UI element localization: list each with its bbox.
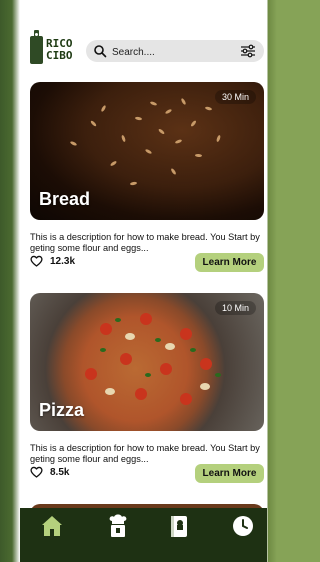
basil xyxy=(215,373,221,377)
cheese xyxy=(165,343,175,350)
recipe-book-icon[interactable] xyxy=(166,513,192,539)
time-badge: 10 Min xyxy=(214,301,256,315)
seed xyxy=(134,116,143,121)
likes-count: 12.3k xyxy=(50,255,76,267)
seed xyxy=(215,134,222,143)
home-icon[interactable] xyxy=(39,513,65,539)
basil xyxy=(100,348,106,352)
tomato xyxy=(140,313,152,325)
tomato xyxy=(135,388,147,400)
time-badge: 30 Min xyxy=(214,90,256,104)
tomato xyxy=(85,368,97,380)
search-bar[interactable] xyxy=(86,40,264,62)
cheese xyxy=(105,388,115,395)
seed xyxy=(129,181,138,186)
recipe-description: This is a description for how to make br… xyxy=(30,232,260,253)
basil xyxy=(190,348,196,352)
recipe-title: Pizza xyxy=(39,400,85,420)
recipe-description: This is a description for how to make br… xyxy=(30,443,260,464)
seed xyxy=(69,140,78,147)
seed xyxy=(190,119,197,128)
header: RICO CIBO xyxy=(20,0,267,80)
tomato xyxy=(180,328,192,340)
logo-line-2: CIBO xyxy=(46,49,73,62)
seed xyxy=(120,134,127,143)
learn-more-button[interactable]: Learn More xyxy=(195,253,264,272)
cheese xyxy=(125,333,135,340)
likes[interactable]: 8.5k xyxy=(30,464,69,480)
logo-text: RICO CIBO xyxy=(46,38,73,62)
seed xyxy=(157,128,166,135)
search-icon xyxy=(94,45,107,58)
tomato xyxy=(160,363,172,375)
seed xyxy=(144,148,153,155)
recipe-title: Bread xyxy=(39,189,91,209)
heart-icon[interactable] xyxy=(30,255,43,267)
recipe-image-bread[interactable]: 30 Min Bread xyxy=(30,82,264,220)
heart-icon[interactable] xyxy=(30,466,43,478)
tomato xyxy=(120,353,132,365)
basil xyxy=(155,338,161,342)
search-input[interactable] xyxy=(110,43,234,61)
app-screen: RICO CIBO Search.... 30 Min Bread This i… xyxy=(20,0,267,562)
chef-icon[interactable] xyxy=(105,513,131,539)
seed xyxy=(100,104,107,113)
seed xyxy=(174,138,183,145)
clock-icon[interactable] xyxy=(230,513,256,539)
basil xyxy=(145,373,151,377)
seed xyxy=(89,119,98,128)
seed xyxy=(164,108,173,115)
seed xyxy=(149,100,158,107)
tomato xyxy=(180,393,192,405)
basil xyxy=(115,318,121,322)
seed xyxy=(180,97,187,106)
logo: RICO CIBO xyxy=(28,28,74,68)
seed xyxy=(194,153,203,158)
seed xyxy=(204,106,213,111)
likes[interactable]: 12.3k xyxy=(30,253,75,269)
tomato xyxy=(100,323,112,335)
recipe-image-pizza[interactable]: 10 Min Pizza xyxy=(30,293,264,431)
seed xyxy=(170,167,177,176)
filter-icon[interactable] xyxy=(240,43,256,59)
tomato xyxy=(200,358,212,370)
learn-more-button[interactable]: Learn More xyxy=(195,464,264,483)
cutting-board-icon xyxy=(30,30,43,64)
seed xyxy=(109,160,118,167)
bottom-nav xyxy=(20,508,267,562)
cheese xyxy=(200,383,210,390)
likes-count: 8.5k xyxy=(50,466,70,478)
